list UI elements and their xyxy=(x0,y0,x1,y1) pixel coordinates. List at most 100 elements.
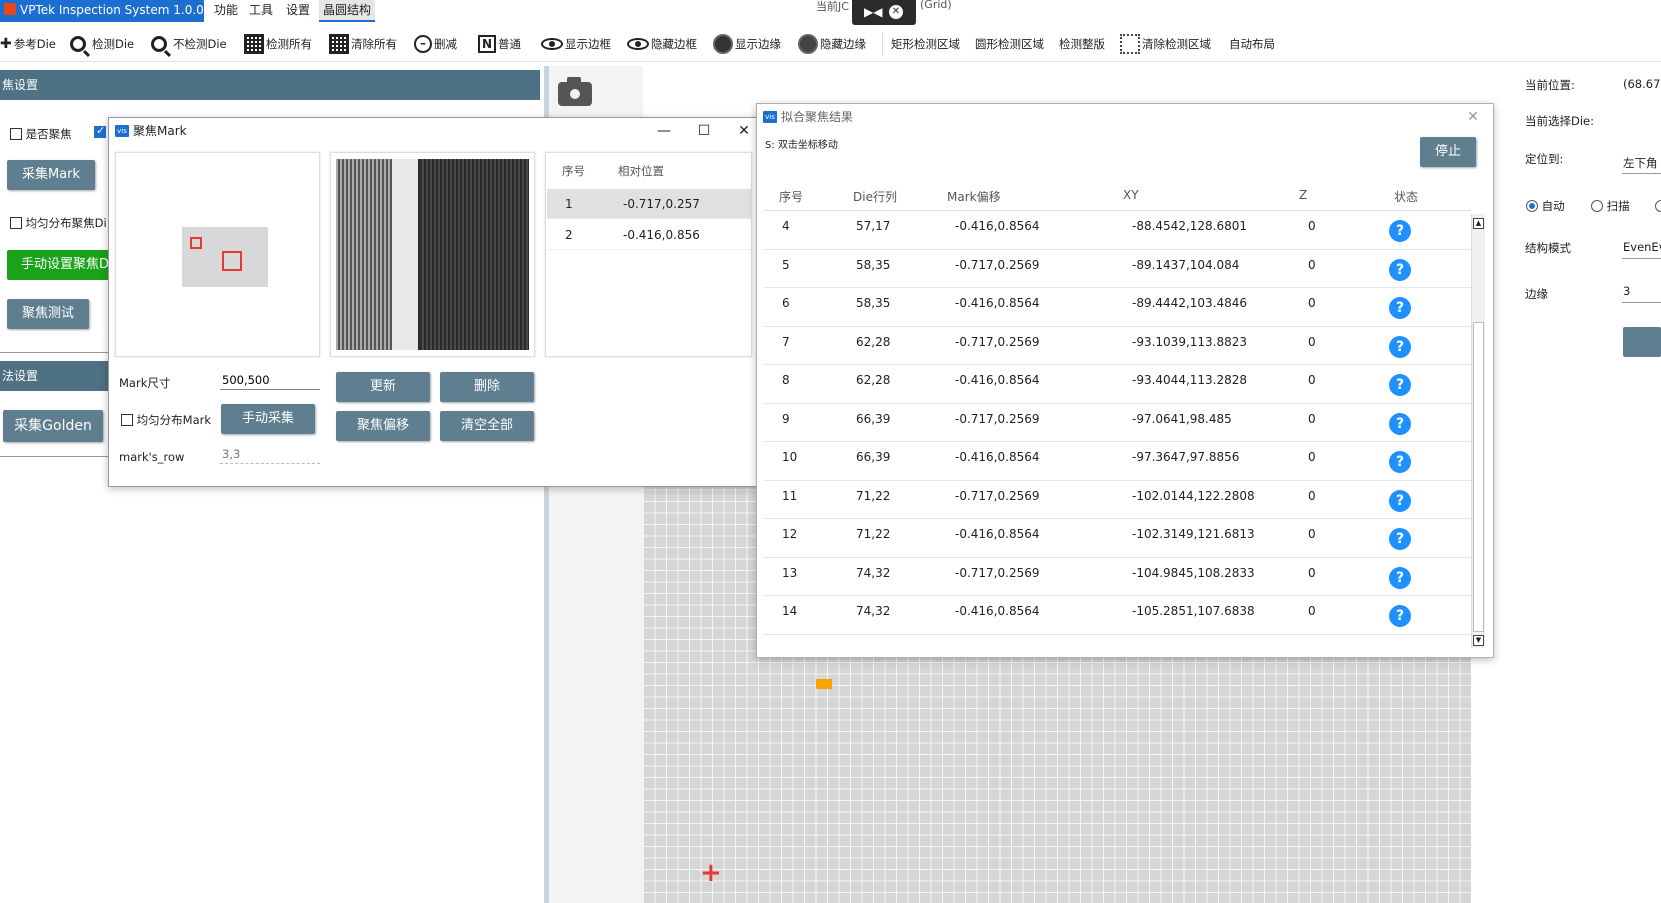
cell-die: 71,22 xyxy=(856,527,891,541)
help-icon[interactable]: ? xyxy=(1389,528,1411,550)
table-row[interactable]: 6 58,35 -0.416,0.8564 -89.4442,103.4846 0? xyxy=(764,288,1471,327)
table-row[interactable]: 14 74,32 -0.416,0.8564 -105.2851,107.6838 0? xyxy=(764,596,1471,635)
inspect-all-button[interactable]: 检测所有 xyxy=(244,30,312,58)
help-icon[interactable]: ? xyxy=(1389,335,1411,358)
table-row[interactable]: 10 66,39 -0.416,0.8564 -97.3647,97.8856 0? xyxy=(764,442,1471,481)
mark-list-row[interactable]: 1 -0.717,0.257 xyxy=(547,189,751,219)
clear-all-marks-button[interactable]: 清空全部 xyxy=(440,411,534,441)
mark-size-input[interactable] xyxy=(220,370,320,390)
cell-z: 0 xyxy=(1308,411,1316,426)
help-icon[interactable]: ? xyxy=(1389,258,1411,281)
help-icon[interactable]: ? xyxy=(1389,489,1411,512)
clear-region-button[interactable]: 清除检测区域 xyxy=(1120,30,1211,58)
hide-border-button[interactable]: 隐藏边框 xyxy=(627,30,697,58)
clear-all-button[interactable]: 清除所有 xyxy=(329,30,397,58)
help-icon[interactable]: ? xyxy=(1389,566,1411,589)
maximize-icon[interactable]: ☐ xyxy=(684,120,724,142)
focus-mark-dialog: vis 聚焦Mark — ☐ ✕ 序号 相对位置 1 -0.717,0.257 … xyxy=(108,117,769,487)
pin-icon[interactable]: ▶◀ xyxy=(864,5,882,19)
focus-test-button[interactable]: 聚焦测试 xyxy=(7,299,89,329)
radio-auto[interactable] xyxy=(1526,200,1538,212)
radio-third[interactable] xyxy=(1655,200,1661,212)
toolbar: ✚ 参考Die 检测Die 不检测Die 检测所有 清除所有 – 删减 N 普通… xyxy=(0,26,1661,62)
fit-focus-result-dialog: vis 拟合聚焦结果 ✕ S: 双击坐标移动 停止 序号 Die行列 Mark偏… xyxy=(756,103,1494,658)
uniform-die-checkbox[interactable] xyxy=(10,217,22,229)
close-icon[interactable]: ✕ xyxy=(1453,106,1493,128)
manual-focus-button[interactable]: 手动设置聚焦D xyxy=(7,250,109,280)
table-row[interactable]: 9 66,39 -0.717,0.2569 -97.0641,98.485 0? xyxy=(764,404,1471,442)
skip-die-button[interactable]: 不检测Die xyxy=(151,30,227,58)
selected-die-marker[interactable] xyxy=(816,679,832,689)
uniform-mark-checkbox[interactable] xyxy=(121,414,133,426)
manual-collect-button[interactable]: 手动采集 xyxy=(221,404,315,434)
structure-mode-value[interactable]: EvenEv xyxy=(1623,240,1661,254)
menu-tools[interactable]: 工具 xyxy=(245,0,277,22)
stop-button[interactable]: 停止 xyxy=(1420,137,1476,167)
mark-layout-preview[interactable] xyxy=(115,152,320,357)
minimize-icon[interactable]: — xyxy=(644,120,684,142)
mark-list-row[interactable]: 2 -0.416,0.856 xyxy=(547,220,751,250)
show-border-button[interactable]: 显示边框 xyxy=(541,30,611,58)
inspect-die-button[interactable]: 检测Die xyxy=(70,30,134,58)
image-stripes-left xyxy=(336,159,392,350)
mark-row-input[interactable] xyxy=(220,444,320,464)
scroll-down-icon[interactable]: ▼ xyxy=(1473,635,1484,646)
uniform-die-row[interactable]: 均匀分布聚焦Di xyxy=(10,215,107,231)
help-icon[interactable]: ? xyxy=(1389,605,1411,627)
close-icon[interactable]: ✕ xyxy=(889,5,903,19)
table-row[interactable]: 11 71,22 -0.717,0.2569 -102.0144,122.2808 0? xyxy=(764,481,1471,519)
cell-die: 74,32 xyxy=(856,565,891,580)
camera-icon[interactable] xyxy=(556,74,594,110)
menu-function[interactable]: 功能 xyxy=(210,0,242,22)
focus-checkbox[interactable] xyxy=(10,128,22,140)
table-row[interactable]: 7 62,28 -0.717,0.2569 -93.1039,113.8823 0? xyxy=(764,327,1471,365)
radio-auto-row[interactable]: 自动 xyxy=(1526,198,1565,214)
right-panel-button[interactable] xyxy=(1623,327,1661,357)
dialog-title-bar[interactable]: vis 拟合聚焦结果 ✕ xyxy=(757,104,1493,132)
header-xy: XY xyxy=(1123,188,1139,202)
table-row[interactable]: 5 58,35 -0.717,0.2569 -89.1437,104.084 0? xyxy=(764,250,1471,288)
focus-offset-button[interactable]: 聚焦偏移 xyxy=(336,411,430,441)
hide-edge-button[interactable]: 隐藏边缘 xyxy=(798,30,866,58)
delete-button[interactable]: 删除 xyxy=(440,372,534,402)
help-icon[interactable]: ? xyxy=(1389,451,1411,473)
structure-underline xyxy=(1622,258,1661,259)
show-edge-button[interactable]: 显示边缘 xyxy=(713,30,781,58)
help-icon[interactable]: ? xyxy=(1389,220,1411,242)
auto-layout-button[interactable]: 自动布局 xyxy=(1229,30,1275,58)
inspect-full-button[interactable]: 检测整版 xyxy=(1059,30,1105,58)
menu-settings[interactable]: 设置 xyxy=(282,0,314,22)
focus-checkbox-row[interactable]: 是否聚焦 xyxy=(10,126,72,142)
help-icon[interactable]: ? xyxy=(1389,297,1411,319)
radio-scan-row[interactable]: 扫描 xyxy=(1591,198,1630,214)
rect-region-button[interactable]: 矩形检测区域 xyxy=(891,30,960,58)
dialog-title-bar[interactable]: vis 聚焦Mark — ☐ ✕ xyxy=(109,118,768,146)
collect-mark-button[interactable]: 采集Mark xyxy=(7,160,95,190)
table-row[interactable]: 12 71,22 -0.416,0.8564 -102.3149,121.6813 0? xyxy=(764,519,1471,558)
collect-golden-button[interactable]: 采集Golden xyxy=(3,410,103,442)
scroll-thumb[interactable] xyxy=(1473,322,1484,632)
menu-wafer-structure[interactable]: 晶圆结构 xyxy=(319,0,376,22)
mark-list-header-no: 序号 xyxy=(562,164,585,178)
radio-scan[interactable] xyxy=(1591,200,1603,212)
update-button[interactable]: 更新 xyxy=(336,372,430,402)
current-position-label: 当前位置: xyxy=(1525,78,1575,92)
scroll-up-icon[interactable]: ▲ xyxy=(1473,218,1484,229)
scrollbar[interactable]: ▲ ▼ xyxy=(1471,214,1485,648)
mark-row-no: 1 xyxy=(565,197,573,211)
help-icon[interactable]: ? xyxy=(1389,374,1411,396)
uniform-mark-row[interactable]: 均匀分布Mark xyxy=(121,412,211,428)
trim-button[interactable]: – 删减 xyxy=(414,30,457,58)
circle-region-button[interactable]: 圆形检测区域 xyxy=(975,30,1044,58)
reference-die-button[interactable]: ✚ 参考Die xyxy=(0,30,56,58)
grid-icon xyxy=(329,34,349,54)
focus-section-header: 焦设置 xyxy=(0,70,540,100)
help-icon[interactable]: ? xyxy=(1389,412,1411,435)
focus-checkbox-2[interactable] xyxy=(94,124,106,138)
table-row[interactable]: 8 62,28 -0.416,0.8564 -93.4044,113.2828 0? xyxy=(764,365,1471,404)
edge-value[interactable]: 3 xyxy=(1623,284,1630,298)
table-row[interactable]: 4 57,17 -0.416,0.8564 -88.4542,128.6801 0? xyxy=(764,211,1471,250)
locate-value[interactable]: 左下角 xyxy=(1623,155,1658,171)
table-row[interactable]: 13 74,32 -0.717,0.2569 -104.9845,108.2833 0? xyxy=(764,558,1471,596)
normal-button[interactable]: N 普通 xyxy=(478,30,521,58)
